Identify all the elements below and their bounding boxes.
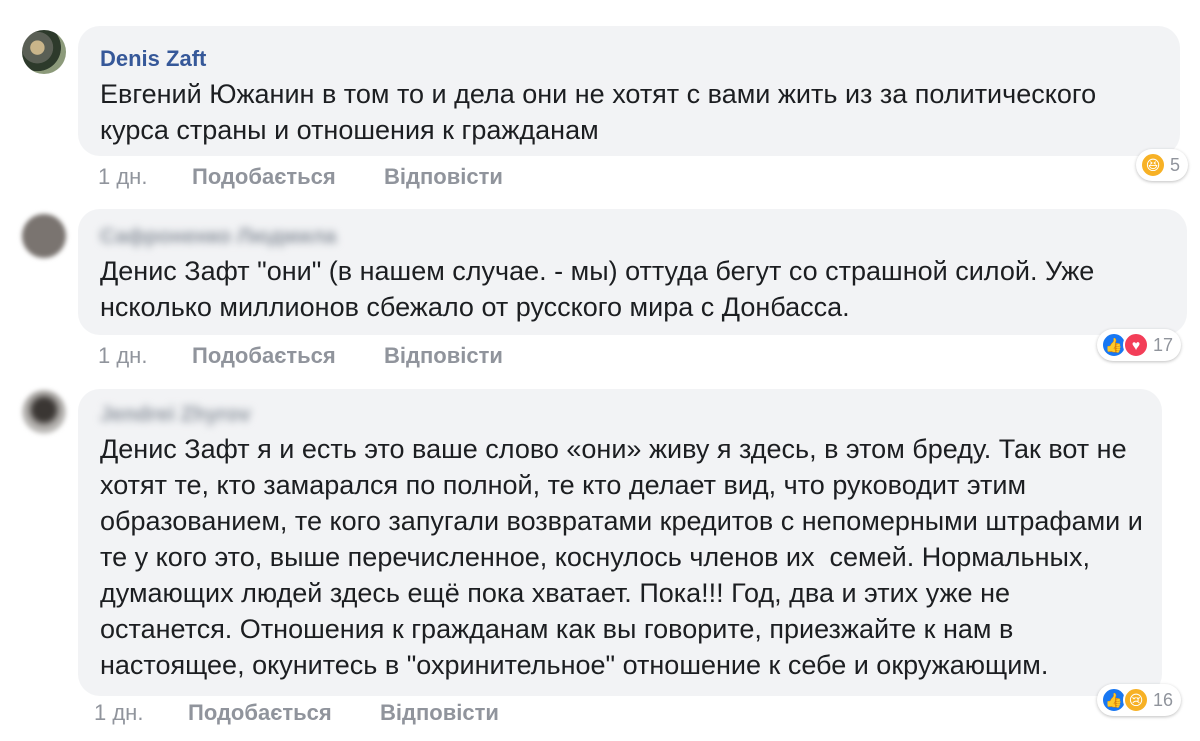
sad-reaction-icon: 😢 [1123,687,1149,713]
reply-button[interactable]: Відповісти [380,700,499,726]
comment-text: Денис Зафт "они" (в нашем случае. - мы) … [100,256,1102,322]
love-reaction-icon: ♥ [1123,332,1149,358]
avatar[interactable] [22,214,66,258]
reactions-summary[interactable]: 👍 😢 16 [1097,684,1182,716]
comment-author[interactable]: Сафроненко Людмила [100,225,336,249]
like-button[interactable]: Подобається [192,164,336,190]
reaction-count: 16 [1153,689,1174,710]
comment-timestamp[interactable]: 1 дн. [94,700,143,726]
reactions-summary[interactable]: 😆 5 [1136,149,1189,181]
haha-reaction-icon: 😆 [1140,152,1166,178]
avatar[interactable] [22,390,66,434]
comment-timestamp[interactable]: 1 дн. [98,343,147,369]
reaction-count: 5 [1170,154,1181,175]
reply-button[interactable]: Відповісти [384,164,503,190]
reply-button[interactable]: Відповісти [384,343,503,369]
reactions-summary[interactable]: 👍 ♥ 17 [1097,329,1182,361]
comment-author[interactable]: Jendrei Zhyrov [100,403,251,427]
comment-author[interactable]: Denis Zaft [100,46,206,72]
comment-text: Евгений Южанин в том то и дела они не хо… [100,79,1104,145]
reaction-count: 17 [1153,334,1174,355]
avatar[interactable] [22,30,66,74]
comment-timestamp[interactable]: 1 дн. [98,164,147,190]
like-button[interactable]: Подобається [192,343,336,369]
comment-text: Денис Зафт я и есть это ваше слово «они»… [100,434,1151,680]
comment-bubble: Сафроненко Людмила Денис Зафт "они" (в н… [78,209,1187,335]
like-button[interactable]: Подобається [188,700,332,726]
comment-bubble: Jendrei Zhyrov Денис Зафт я и есть это в… [78,389,1162,696]
comment-bubble: Denis Zaft Евгений Южанин в том то и дел… [78,26,1180,156]
